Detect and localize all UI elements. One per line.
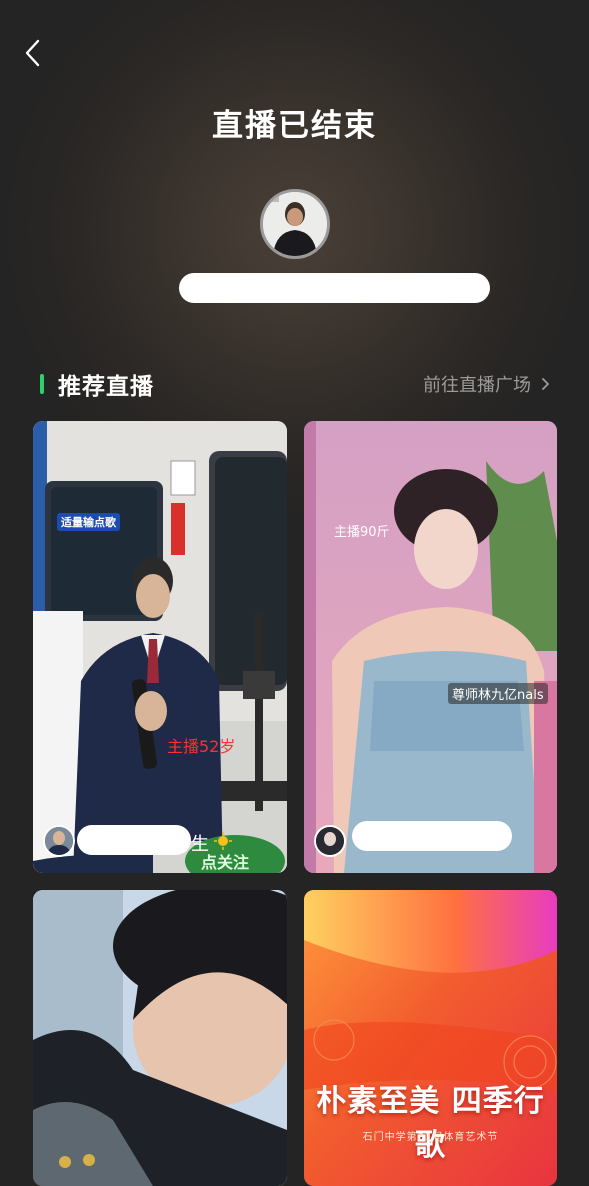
card-1-overlay-text-red: 主播52岁 bbox=[167, 737, 236, 756]
card-3-thumbnail bbox=[33, 890, 287, 1186]
plaza-link-label: 前往直播广场 bbox=[423, 375, 531, 396]
card-2-name-pill bbox=[352, 821, 512, 851]
card-2-avatar bbox=[314, 825, 346, 857]
live-card-4[interactable]: 朴素至美 四季行歌 石门中学第31届体育艺术节 bbox=[304, 890, 557, 1186]
card-1-name-pill bbox=[77, 825, 191, 855]
poster-title: 朴素至美 四季行歌 bbox=[316, 1084, 545, 1163]
page-title: 直播已结束 bbox=[212, 108, 377, 144]
host-name-placeholder bbox=[179, 273, 490, 303]
section-title: 推荐直播 bbox=[58, 374, 154, 400]
live-card-3[interactable] bbox=[33, 890, 287, 1186]
card-2-thumbnail bbox=[304, 421, 557, 873]
chevron-right-icon bbox=[542, 378, 549, 390]
card-1-thumbnail bbox=[33, 421, 287, 873]
card-2-overlay-weight: 主播90斤 bbox=[334, 525, 390, 540]
back-button[interactable] bbox=[18, 36, 48, 70]
card-1-name-suffix: 生 bbox=[191, 834, 209, 855]
card-1-overlay-text-top: 适量输点歌 bbox=[57, 513, 120, 531]
poster-subtitle: 石门中学第31届体育艺术节 bbox=[362, 1132, 499, 1143]
go-to-live-plaza-link[interactable]: 前往直播广场 bbox=[423, 371, 550, 397]
chevron-left-icon bbox=[25, 39, 40, 67]
live-card-1[interactable]: 适量输点歌 主播52岁 点关注 生 bbox=[33, 421, 287, 873]
live-card-2[interactable]: 主播90斤 尊师林九亿nals bbox=[304, 421, 557, 873]
card-2-overlay-caption: 尊师林九亿nals bbox=[448, 683, 548, 704]
accent-bar bbox=[40, 374, 44, 394]
person-icon bbox=[263, 192, 327, 256]
sun-icon bbox=[214, 832, 232, 850]
host-avatar[interactable] bbox=[260, 189, 330, 259]
card-1-avatar bbox=[43, 825, 75, 857]
recommend-section-header: 推荐直播 前往直播广场 bbox=[40, 368, 550, 400]
